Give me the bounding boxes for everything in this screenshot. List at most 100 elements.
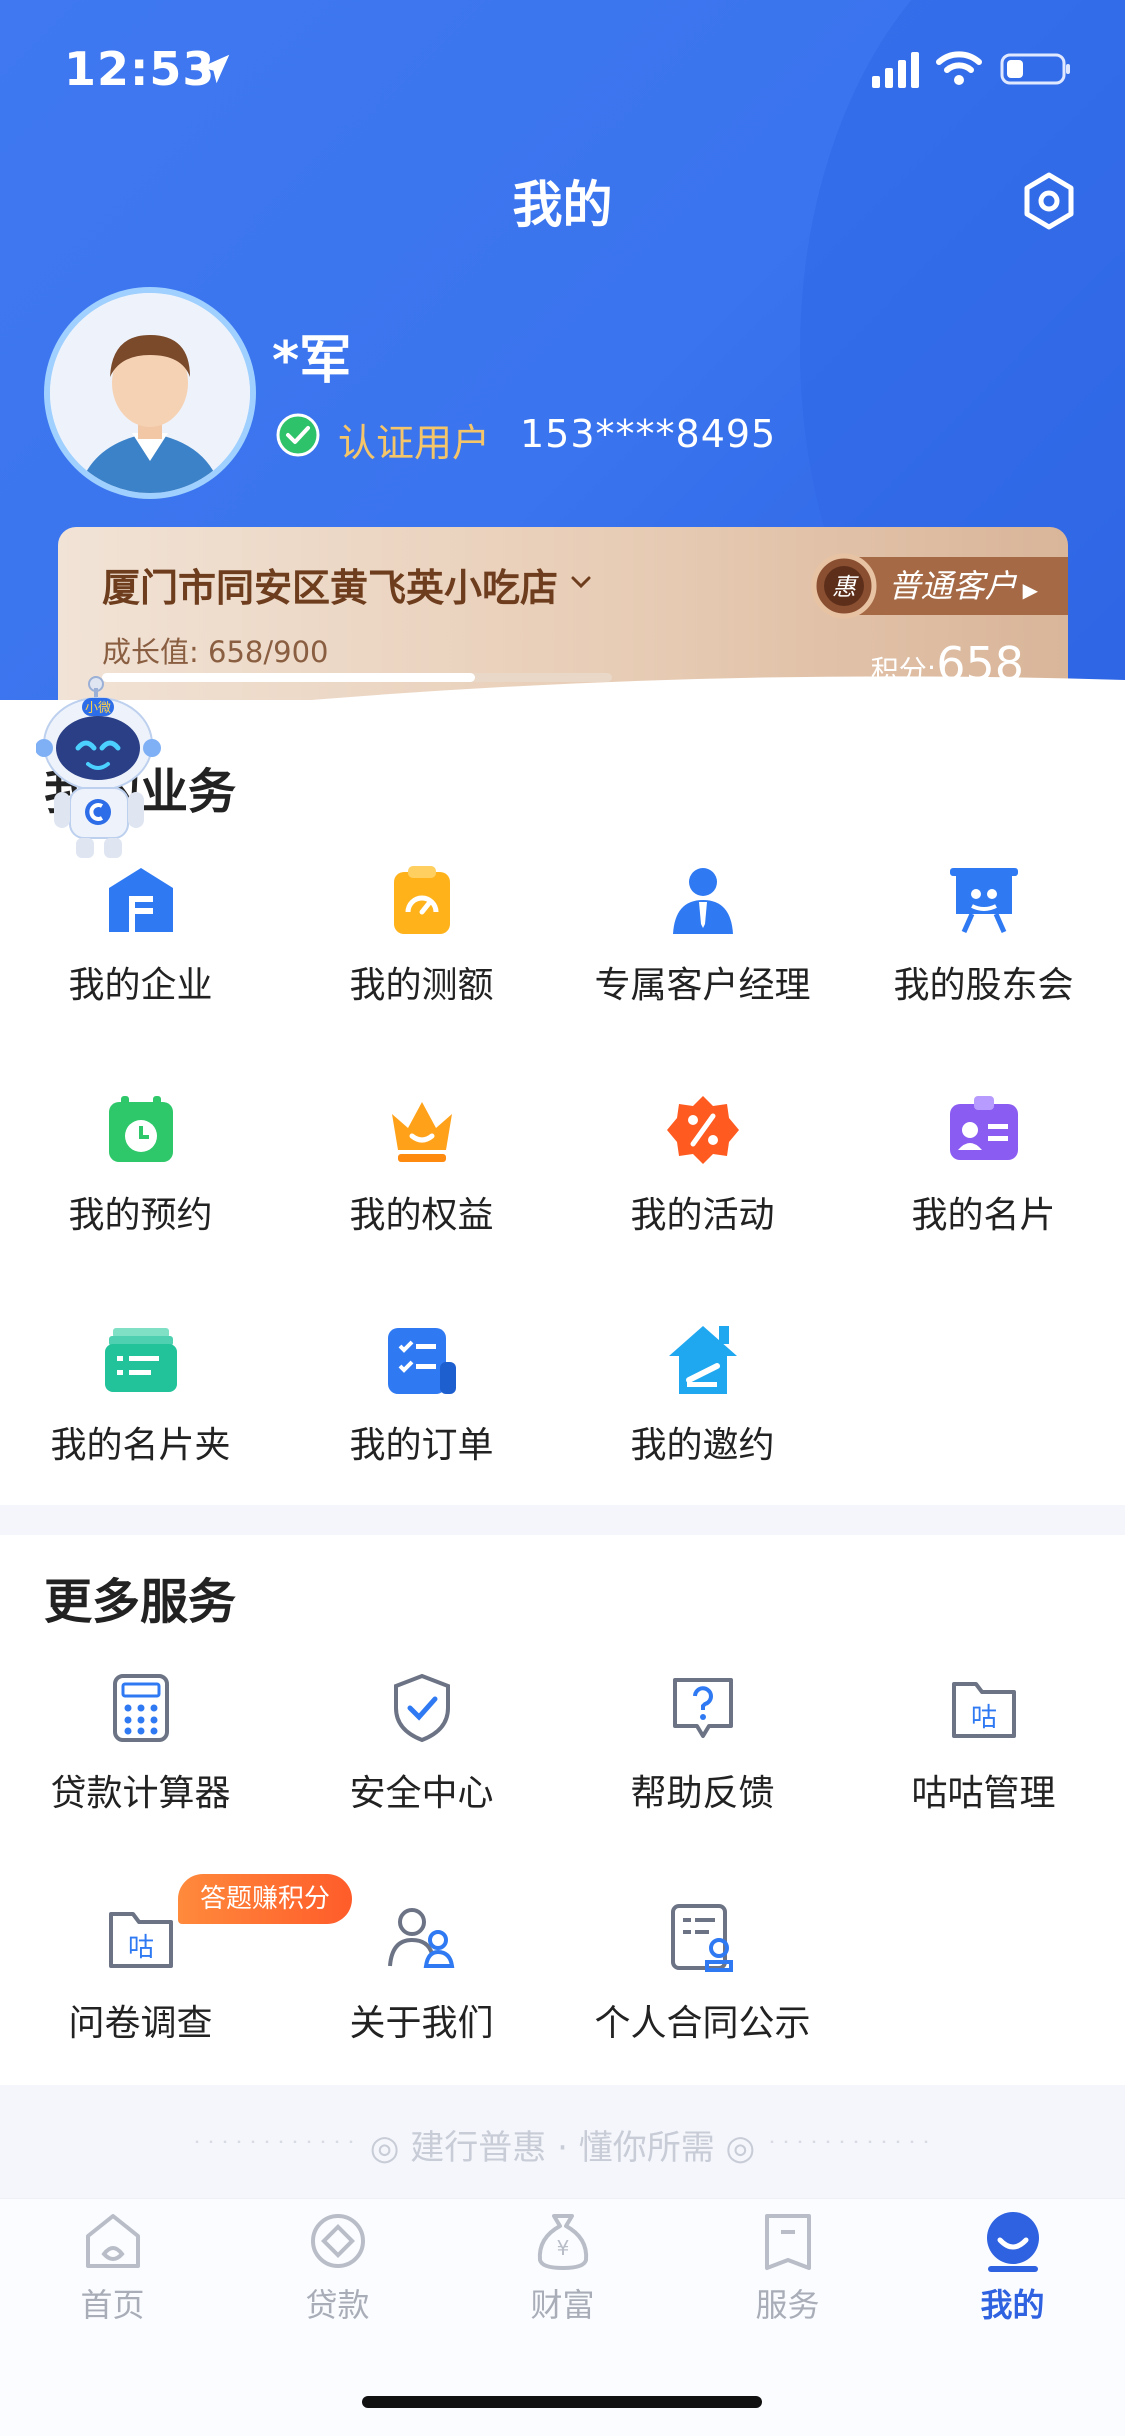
tab-label: 我的: [980, 2286, 1045, 2324]
business-label: 专属客户经理: [594, 965, 811, 1006]
user-name: *军: [272, 331, 352, 391]
shield-check-icon: [393, 1673, 450, 1743]
meeting-board-icon: [949, 868, 1018, 934]
shop-name[interactable]: 厦门市同安区黄飞英小吃店: [102, 557, 558, 612]
robot-name: 小微: [85, 701, 111, 716]
service-about-us[interactable]: 关于我们: [281, 1900, 562, 2046]
id-card-icon: [949, 1096, 1018, 1160]
building-icon: [108, 868, 173, 932]
page-title: 我的: [512, 176, 613, 234]
tier-label: 普通客户: [888, 567, 1017, 605]
tab-mine[interactable]: 我的: [900, 2208, 1125, 2326]
business-label: 我的预约: [68, 1195, 213, 1236]
tab-loan[interactable]: 贷款: [225, 2208, 450, 2326]
service-label: 关于我们: [349, 2003, 494, 2044]
status-bar: 12:53: [0, 0, 1125, 140]
business-label: 我的权益: [349, 1195, 494, 1236]
loan-icon: [310, 2214, 365, 2268]
crown-icon: [391, 1102, 452, 1162]
slogan-mark-right-icon: ◎: [725, 2128, 756, 2168]
tab-label: 服务: [755, 2286, 820, 2324]
battery-icon: [1000, 53, 1070, 85]
business-label: 我的测额: [349, 965, 494, 1006]
gugu-folder-icon: 咕: [951, 1682, 1016, 1738]
help-bubble-icon: [672, 1678, 733, 1738]
section-divider: [0, 1505, 1125, 1535]
status-time: 12:53: [64, 42, 216, 96]
business-my-appointment[interactable]: 我的预约: [0, 1092, 281, 1238]
service-label: 问卷调查: [68, 2003, 213, 2044]
people-icon: [387, 1908, 454, 1968]
home-icon: [85, 2214, 140, 2268]
business-my-quota[interactable]: 我的测额: [281, 862, 562, 1008]
manager-icon: [672, 868, 733, 934]
invite-house-icon: [668, 1326, 737, 1394]
business-label: 我的股东会: [893, 965, 1074, 1006]
medal-icon: 惠: [811, 553, 877, 619]
cellular-signal-icon: [872, 52, 919, 88]
medal-char: 惠: [832, 573, 859, 601]
growth-value: 成长值: 658/900: [102, 629, 328, 671]
chevron-down-icon[interactable]: [566, 567, 596, 597]
slogan-text: 建行普惠 · 懂你所需: [410, 2128, 715, 2168]
tab-label: 财富: [530, 2286, 595, 2324]
profile-icon: [986, 2212, 1039, 2272]
calendar-clock-icon: [108, 1096, 173, 1162]
service-label: 贷款计算器: [50, 1773, 231, 1814]
service-loan-calculator[interactable]: 贷款计算器: [0, 1670, 281, 1816]
tab-label: 首页: [80, 2286, 145, 2324]
business-my-rights[interactable]: 我的权益: [281, 1092, 562, 1238]
business-my-invitation[interactable]: 我的邀约: [562, 1322, 843, 1468]
slogan-dots-right: ˙˙˙˙˙˙˙˙˙˙˙˙: [766, 2137, 935, 2165]
tier-arrow-icon: ▶: [1022, 578, 1038, 602]
service-security-center[interactable]: 安全中心: [281, 1670, 562, 1816]
avatar[interactable]: [44, 287, 256, 499]
avatar-man-icon: [50, 293, 250, 493]
slogan-dots-left: ˙˙˙˙˙˙˙˙˙˙˙˙: [190, 2137, 359, 2165]
service-help-feedback[interactable]: 帮助反馈: [562, 1670, 843, 1816]
business-label: 我的订单: [349, 1425, 494, 1466]
business-label: 我的名片: [911, 1195, 1056, 1236]
slogan-mark-left-icon: ◎: [369, 2128, 400, 2168]
service-icon: [764, 2214, 811, 2270]
verified-label: 认证用户: [338, 421, 491, 465]
tier-badge[interactable]: 惠 普通客户 ▶: [811, 553, 1068, 619]
tab-service[interactable]: 服务: [675, 2208, 900, 2326]
service-label: 帮助反馈: [630, 1773, 775, 1814]
business-my-card[interactable]: 我的名片: [843, 1092, 1124, 1238]
tab-label: 贷款: [305, 2286, 370, 2324]
assistant-robot-icon[interactable]: 小微: [36, 676, 166, 862]
growth-number: 658/900: [208, 635, 329, 669]
gugu-char: 咕: [970, 1703, 996, 1733]
more-services-title: 更多服务: [44, 1574, 237, 1630]
svg-text:¥: ¥: [556, 2236, 569, 2260]
service-contract-notice[interactable]: 个人合同公示: [562, 1900, 843, 2046]
growth-label: 成长值:: [102, 635, 199, 669]
service-label: 个人合同公示: [594, 2003, 811, 2044]
tab-home[interactable]: 首页: [0, 2208, 225, 2326]
business-card-holder[interactable]: 我的名片夹: [0, 1322, 281, 1468]
phone-number: 153****8495: [520, 412, 777, 456]
business-label: 我的活动: [630, 1195, 775, 1236]
business-shareholder-meeting[interactable]: 我的股东会: [843, 862, 1124, 1008]
bank-slogan: ˙˙˙˙˙˙˙˙˙˙˙˙ ◎ 建行普惠 · 懂你所需 ◎ ˙˙˙˙˙˙˙˙˙˙˙…: [0, 2120, 1125, 2169]
survey-folder-icon: 咕: [108, 1912, 173, 1968]
business-label: 我的邀约: [630, 1425, 775, 1466]
service-gugu-management[interactable]: 咕 咕咕管理: [843, 1670, 1124, 1816]
calculator-icon: [112, 1674, 169, 1742]
order-list-icon: [387, 1328, 456, 1394]
business-my-activity[interactable]: 我的活动: [562, 1092, 843, 1238]
tab-wealth[interactable]: ¥ 财富: [450, 2208, 675, 2326]
verified-check-icon: [276, 413, 320, 457]
business-my-company[interactable]: 我的企业: [0, 862, 281, 1008]
money-bag-icon: ¥: [537, 2214, 588, 2270]
settings-hexagon-icon[interactable]: [1018, 170, 1080, 232]
service-label: 安全中心: [349, 1773, 494, 1814]
location-arrow-icon: [200, 54, 230, 84]
business-account-manager[interactable]: 专属客户经理: [562, 862, 843, 1008]
contract-icon: [670, 1904, 733, 1972]
card-folder-icon: [104, 1328, 177, 1392]
service-label: 咕咕管理: [911, 1773, 1056, 1814]
business-my-orders[interactable]: 我的订单: [281, 1322, 562, 1468]
wifi-icon: [936, 51, 982, 85]
